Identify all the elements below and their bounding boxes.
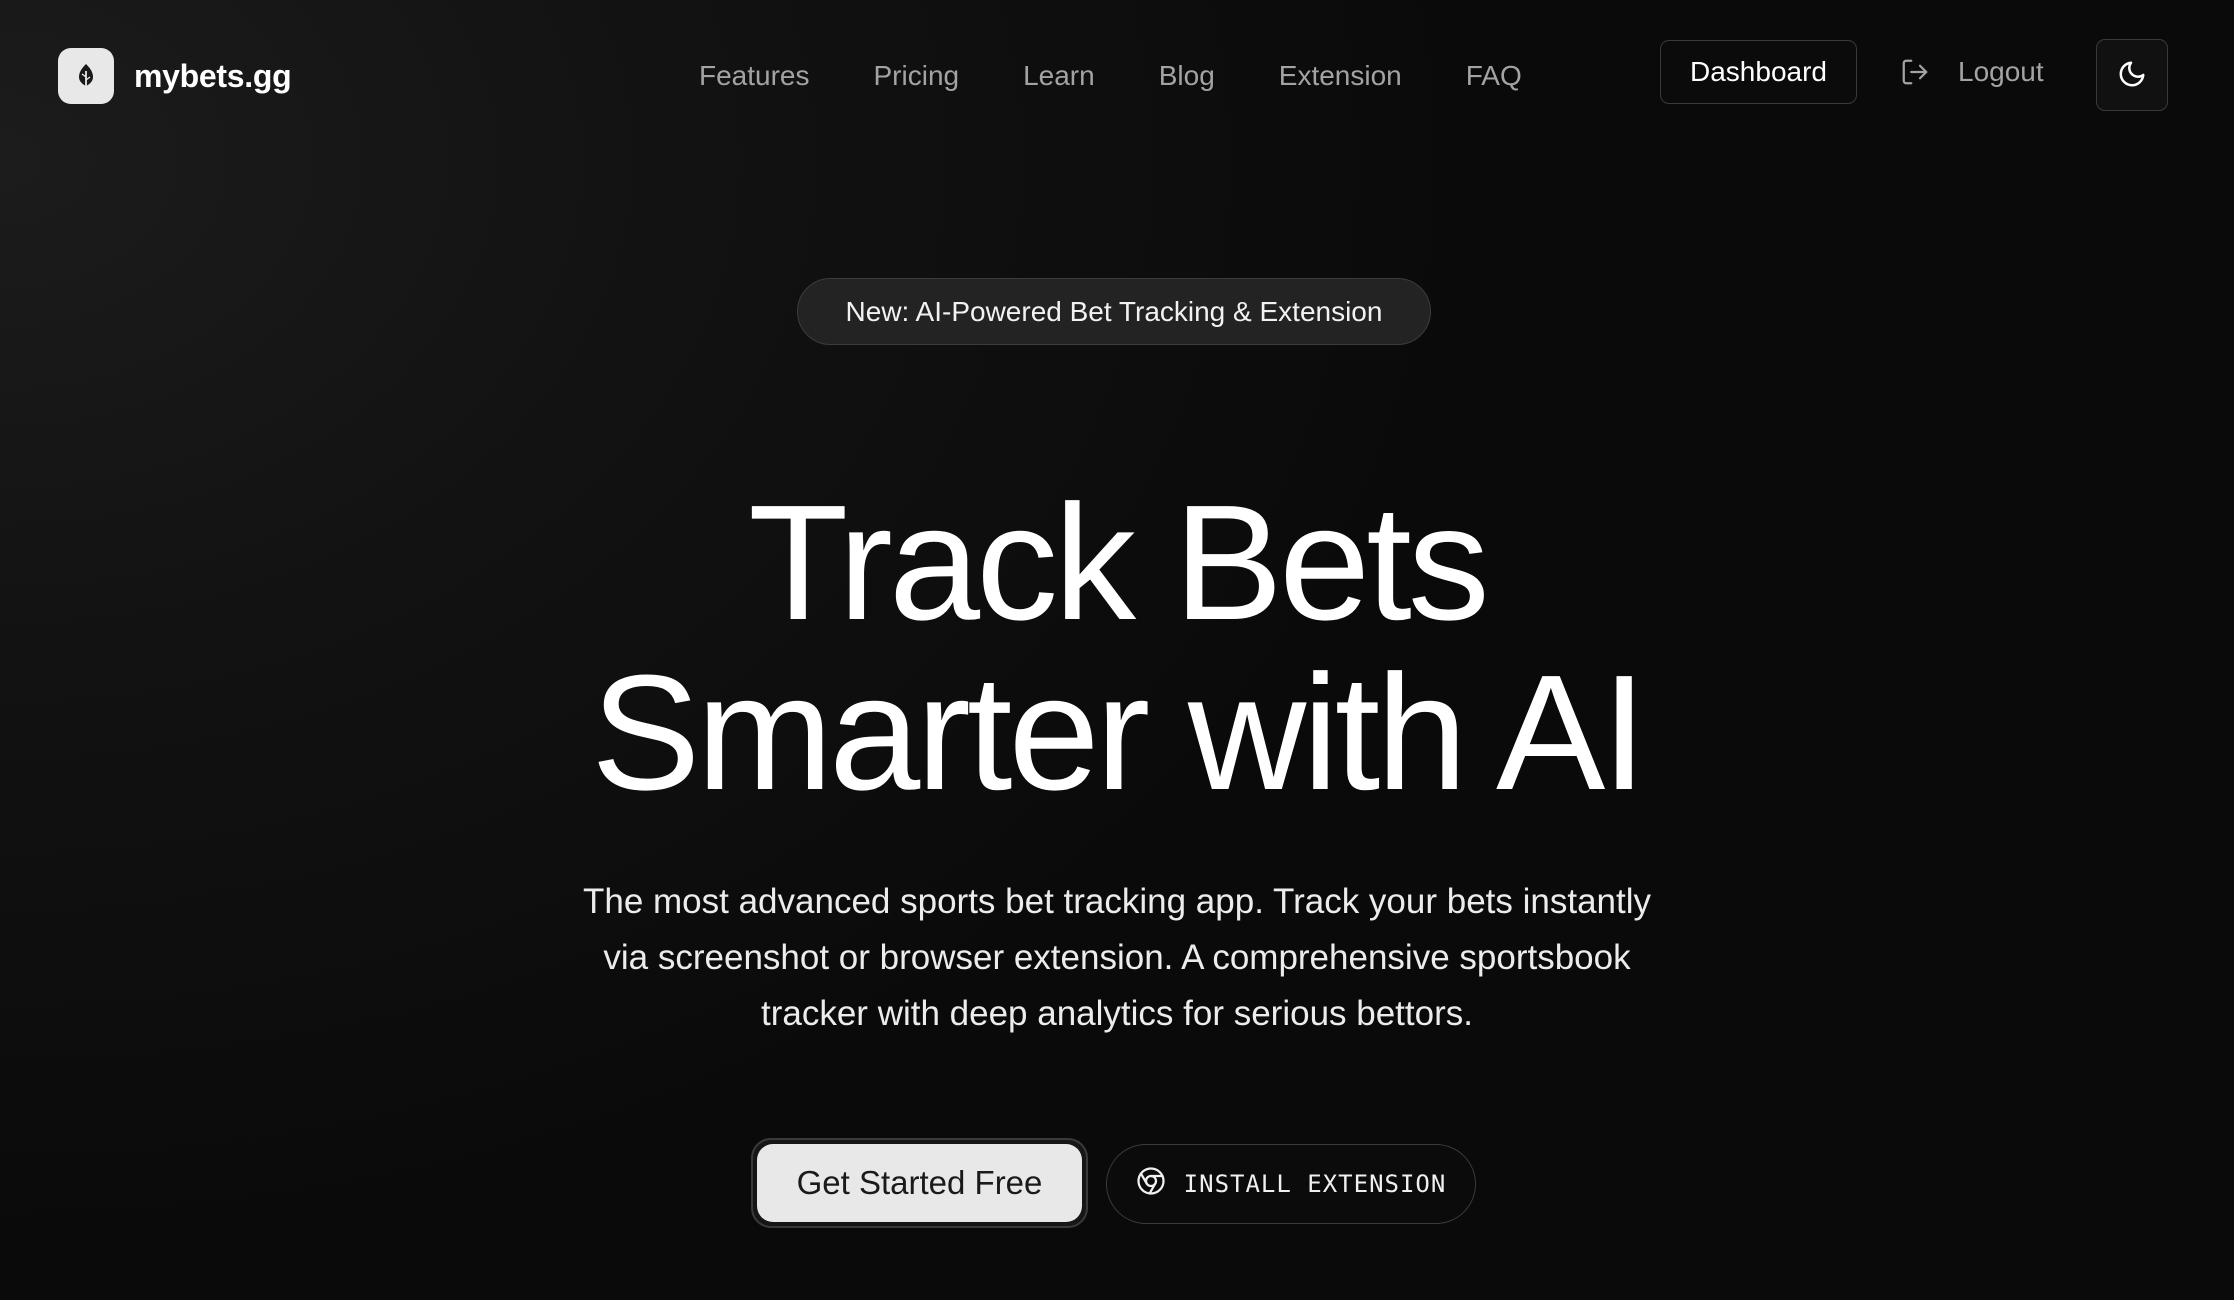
moon-icon xyxy=(2117,59,2147,92)
brand-link[interactable]: mybets.gg xyxy=(58,48,292,104)
logout-label: Logout xyxy=(1958,56,2044,87)
install-extension-label: INSTALL EXTENSION xyxy=(1183,1170,1447,1198)
nav-item-pricing[interactable]: Pricing xyxy=(874,60,960,92)
nav-item-learn[interactable]: Learn xyxy=(1023,60,1095,92)
hero-subtext: The most advanced sports bet tracking ap… xyxy=(582,882,1652,1033)
theme-toggle-button[interactable] xyxy=(2096,39,2168,111)
nav-item-features[interactable]: Features xyxy=(699,60,810,92)
get-started-button-frame: Get Started Free xyxy=(751,1138,1088,1228)
brand-name: mybets.gg xyxy=(134,57,292,94)
headline-line-1: Track Bets xyxy=(748,471,1490,654)
get-started-button[interactable]: Get Started Free xyxy=(757,1144,1082,1222)
leaf-logo-icon xyxy=(58,48,114,104)
install-extension-button[interactable]: INSTALL EXTENSION xyxy=(1106,1144,1476,1224)
hero-headline: Track Bets Smarter with AI xyxy=(0,478,2234,818)
chrome-icon xyxy=(1136,1166,1166,1202)
announcement-badge: New: AI-Powered Bet Tracking & Extension xyxy=(797,278,1431,345)
nav-item-blog[interactable]: Blog xyxy=(1159,60,1215,92)
logout-button[interactable]: Logout xyxy=(1900,40,2044,104)
logout-icon xyxy=(1900,57,1930,87)
nav-item-faq[interactable]: FAQ xyxy=(1466,60,1522,92)
headline-line-2: Smarter with AI xyxy=(591,641,1647,824)
nav-item-extension[interactable]: Extension xyxy=(1279,60,1402,92)
main-nav: Features Pricing Learn Blog Extension FA… xyxy=(699,56,1522,96)
dashboard-button[interactable]: Dashboard xyxy=(1660,40,1857,104)
